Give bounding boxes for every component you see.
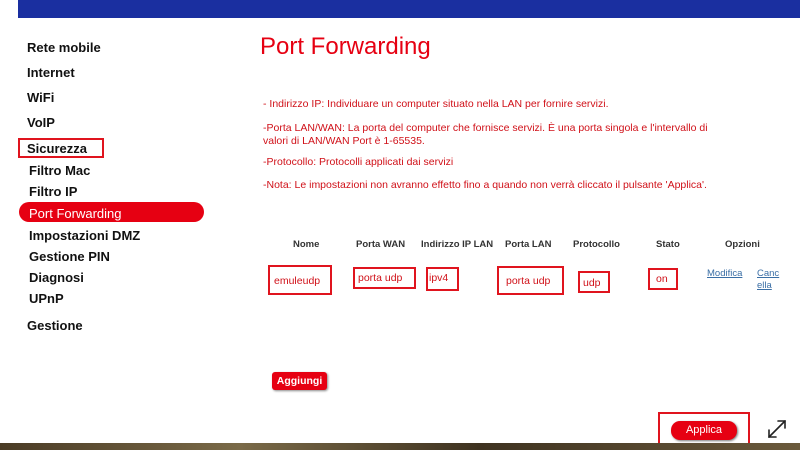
sidebar-item-label: Port Forwarding <box>29 206 122 221</box>
cell-nome-value: emuleudp <box>274 275 321 287</box>
add-button[interactable]: Aggiungi <box>272 372 327 390</box>
sidebar-item-label: Rete mobile <box>27 40 101 55</box>
sidebar-item-label: Sicurezza <box>27 141 87 156</box>
column-header-nome: Nome <box>293 239 320 250</box>
sidebar-item-label: Gestione PIN <box>29 249 110 264</box>
delete-link-line2: ella <box>757 280 772 291</box>
cell-stato-value: on <box>656 273 668 285</box>
sidebar-item-filtro-mac[interactable]: Filtro Mac <box>29 163 90 178</box>
sidebar-item-voip[interactable]: VoIP <box>27 115 55 130</box>
delete-link[interactable]: Canc ella <box>757 268 779 292</box>
sidebar-item-rete-mobile[interactable]: Rete mobile <box>27 40 101 55</box>
expand-icon[interactable] <box>766 418 788 440</box>
help-text-ip: - Indirizzo IP: Individuare un computer … <box>263 98 609 110</box>
help-text-note: -Nota: Le impostazioni non avranno effet… <box>263 179 707 191</box>
sidebar-item-label: UPnP <box>29 291 64 306</box>
sidebar-item-label: Gestione <box>27 318 83 333</box>
page-title: Port Forwarding <box>260 33 431 60</box>
column-header-ip-lan: Indirizzo IP LAN <box>421 239 494 250</box>
sidebar-item-label: Diagnosi <box>29 270 84 285</box>
column-header-protocollo: Protocollo <box>573 239 620 250</box>
help-text-protocol: -Protocollo: Protocolli applicati dai se… <box>263 156 454 168</box>
sidebar-item-gestione-pin[interactable]: Gestione PIN <box>29 249 110 264</box>
sidebar-item-filtro-ip[interactable]: Filtro IP <box>29 184 77 199</box>
help-text-port: -Porta LAN/WAN: La porta del computer ch… <box>263 122 708 147</box>
cell-porta-lan-value: porta udp <box>506 275 551 287</box>
delete-link-line1: Canc <box>757 268 780 279</box>
column-header-porta-lan: Porta LAN <box>505 239 552 250</box>
sidebar-item-gestione[interactable]: Gestione <box>27 318 83 333</box>
cell-protocollo-value: udp <box>583 277 601 289</box>
sidebar-item-diagnosi[interactable]: Diagnosi <box>29 270 84 285</box>
sidebar-item-sicurezza[interactable]: Sicurezza <box>27 141 87 156</box>
sidebar-item-impostazioni-dmz[interactable]: Impostazioni DMZ <box>29 228 140 243</box>
bottom-strip <box>0 443 800 450</box>
cell-ip-lan-value: ipv4 <box>429 272 449 284</box>
sidebar-item-label: WiFi <box>27 90 55 105</box>
sidebar-item-label: Filtro IP <box>29 184 78 199</box>
edit-link[interactable]: Modifica <box>707 268 742 280</box>
column-header-opzioni: Opzioni <box>725 239 760 250</box>
apply-button[interactable]: Applica <box>671 421 737 440</box>
sidebar-item-upnp[interactable]: UPnP <box>29 291 64 306</box>
sidebar-item-label: Filtro Mac <box>29 163 91 178</box>
sidebar-item-label: Impostazioni DMZ <box>29 228 141 243</box>
sidebar-nav: Rete mobile Internet WiFi VoIP Sicurezza… <box>0 0 215 440</box>
sidebar-item-label: Internet <box>27 65 75 80</box>
sidebar-item-wifi[interactable]: WiFi <box>27 90 54 105</box>
cell-porta-wan-value: porta udp <box>358 272 403 284</box>
sidebar-item-internet[interactable]: Internet <box>27 65 75 80</box>
sidebar-item-label: VoIP <box>27 115 55 130</box>
column-header-stato: Stato <box>656 239 680 250</box>
column-header-porta-wan: Porta WAN <box>356 239 406 250</box>
